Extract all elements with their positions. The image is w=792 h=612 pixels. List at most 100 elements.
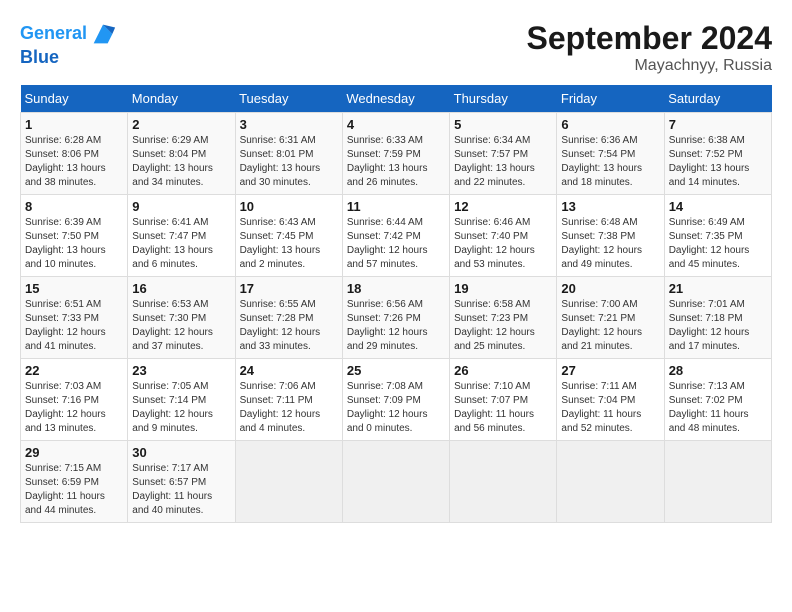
- calendar-cell: 10Sunrise: 6:43 AM Sunset: 7:45 PM Dayli…: [235, 195, 342, 277]
- weekday-header-saturday: Saturday: [664, 85, 771, 113]
- calendar-cell: 28Sunrise: 7:13 AM Sunset: 7:02 PM Dayli…: [664, 359, 771, 441]
- day-number: 18: [347, 281, 445, 296]
- calendar-cell: 3 Sunrise: 6:31 AM Sunset: 8:01 PM Daylig…: [235, 113, 342, 195]
- calendar-cell: 27 Sunrise: 7:11 AM Sunset: 7:04 PM Dayli…: [557, 359, 664, 441]
- day-number: 21: [669, 281, 767, 296]
- weekday-header-sunday: Sunday: [21, 85, 128, 113]
- day-number: 20: [561, 281, 659, 296]
- day-info: Sunrise: 6:39 AM Sunset: 7:50 PM Dayligh…: [25, 216, 123, 272]
- day-number: 29: [25, 445, 123, 460]
- day-number: 9: [132, 199, 230, 214]
- day-info: Sunrise: 7:10 AM Sunset: 7:07 PM Dayligh…: [454, 380, 552, 436]
- calendar-cell: 17Sunrise: 6:55 AM Sunset: 7:28 PM Dayli…: [235, 277, 342, 359]
- day-number: 15: [25, 281, 123, 296]
- day-number: 2: [132, 117, 230, 132]
- day-number: 13: [561, 199, 659, 214]
- calendar-cell: 26 Sunrise: 7:10 AM Sunset: 7:07 PM Dayli…: [450, 359, 557, 441]
- logo-text: GeneralBlue: [20, 20, 117, 68]
- day-info: Sunrise: 6:38 AM Sunset: 7:52 PM Dayligh…: [669, 134, 767, 190]
- day-number: 23: [132, 363, 230, 378]
- calendar-cell: 1Sunrise: 6:28 AM Sunset: 8:06 PM Daylig…: [21, 113, 128, 195]
- day-number: 7: [669, 117, 767, 132]
- calendar-cell: [664, 441, 771, 523]
- day-info: Sunrise: 6:31 AM Sunset: 8:01 PM Dayligh…: [240, 134, 338, 190]
- day-number: 24: [240, 363, 338, 378]
- day-info: Sunrise: 6:28 AM Sunset: 8:06 PM Dayligh…: [25, 134, 123, 190]
- day-number: 4: [347, 117, 445, 132]
- calendar-cell: 14 Sunrise: 6:49 AM Sunset: 7:35 PM Dayli…: [664, 195, 771, 277]
- main-title: September 2024: [527, 20, 772, 57]
- day-info: Sunrise: 6:41 AM Sunset: 7:47 PM Dayligh…: [132, 216, 230, 272]
- weekday-header-monday: Monday: [128, 85, 235, 113]
- calendar-week-3: 15Sunrise: 6:51 AM Sunset: 7:33 PM Dayli…: [21, 277, 772, 359]
- calendar-cell: 2 Sunrise: 6:29 AM Sunset: 8:04 PM Daylig…: [128, 113, 235, 195]
- calendar-cell: [235, 441, 342, 523]
- day-info: Sunrise: 7:13 AM Sunset: 7:02 PM Dayligh…: [669, 380, 767, 436]
- day-info: Sunrise: 7:08 AM Sunset: 7:09 PM Dayligh…: [347, 380, 445, 436]
- calendar-cell: 25 Sunrise: 7:08 AM Sunset: 7:09 PM Dayli…: [342, 359, 449, 441]
- calendar-table: SundayMondayTuesdayWednesdayThursdayFrid…: [20, 85, 772, 523]
- calendar-cell: 4Sunrise: 6:33 AM Sunset: 7:59 PM Daylig…: [342, 113, 449, 195]
- day-number: 30: [132, 445, 230, 460]
- weekday-header-tuesday: Tuesday: [235, 85, 342, 113]
- day-info: Sunrise: 6:56 AM Sunset: 7:26 PM Dayligh…: [347, 298, 445, 354]
- day-number: 8: [25, 199, 123, 214]
- day-number: 11: [347, 199, 445, 214]
- day-number: 14: [669, 199, 767, 214]
- logo: GeneralBlue: [20, 20, 117, 68]
- day-info: Sunrise: 6:48 AM Sunset: 7:38 PM Dayligh…: [561, 216, 659, 272]
- calendar-cell: 11 Sunrise: 6:44 AM Sunset: 7:42 PM Dayli…: [342, 195, 449, 277]
- day-number: 12: [454, 199, 552, 214]
- calendar-cell: 16 Sunrise: 6:53 AM Sunset: 7:30 PM Dayli…: [128, 277, 235, 359]
- day-info: Sunrise: 6:53 AM Sunset: 7:30 PM Dayligh…: [132, 298, 230, 354]
- calendar-cell: [557, 441, 664, 523]
- day-number: 22: [25, 363, 123, 378]
- calendar-week-5: 29 Sunrise: 7:15 AM Sunset: 6:59 PM Dayli…: [21, 441, 772, 523]
- calendar-week-4: 22Sunrise: 7:03 AM Sunset: 7:16 PM Dayli…: [21, 359, 772, 441]
- day-number: 16: [132, 281, 230, 296]
- weekday-header-friday: Friday: [557, 85, 664, 113]
- day-info: Sunrise: 7:17 AM Sunset: 6:57 PM Dayligh…: [132, 462, 230, 518]
- calendar-cell: 7 Sunrise: 6:38 AM Sunset: 7:52 PM Daylig…: [664, 113, 771, 195]
- calendar-cell: 8 Sunrise: 6:39 AM Sunset: 7:50 PM Daylig…: [21, 195, 128, 277]
- day-info: Sunrise: 6:44 AM Sunset: 7:42 PM Dayligh…: [347, 216, 445, 272]
- calendar-week-2: 8 Sunrise: 6:39 AM Sunset: 7:50 PM Daylig…: [21, 195, 772, 277]
- day-info: Sunrise: 7:01 AM Sunset: 7:18 PM Dayligh…: [669, 298, 767, 354]
- calendar-cell: 9 Sunrise: 6:41 AM Sunset: 7:47 PM Daylig…: [128, 195, 235, 277]
- calendar-cell: 20 Sunrise: 7:00 AM Sunset: 7:21 PM Dayli…: [557, 277, 664, 359]
- day-number: 27: [561, 363, 659, 378]
- calendar-cell: 29 Sunrise: 7:15 AM Sunset: 6:59 PM Dayli…: [21, 441, 128, 523]
- calendar-week-1: 1Sunrise: 6:28 AM Sunset: 8:06 PM Daylig…: [21, 113, 772, 195]
- calendar-cell: 15Sunrise: 6:51 AM Sunset: 7:33 PM Dayli…: [21, 277, 128, 359]
- day-info: Sunrise: 6:36 AM Sunset: 7:54 PM Dayligh…: [561, 134, 659, 190]
- weekday-header-wednesday: Wednesday: [342, 85, 449, 113]
- day-info: Sunrise: 7:15 AM Sunset: 6:59 PM Dayligh…: [25, 462, 123, 518]
- day-info: Sunrise: 6:49 AM Sunset: 7:35 PM Dayligh…: [669, 216, 767, 272]
- day-info: Sunrise: 6:34 AM Sunset: 7:57 PM Dayligh…: [454, 134, 552, 190]
- calendar-cell: 6 Sunrise: 6:36 AM Sunset: 7:54 PM Daylig…: [557, 113, 664, 195]
- day-info: Sunrise: 6:29 AM Sunset: 8:04 PM Dayligh…: [132, 134, 230, 190]
- day-number: 26: [454, 363, 552, 378]
- logo-icon: [89, 20, 117, 48]
- day-number: 3: [240, 117, 338, 132]
- day-number: 17: [240, 281, 338, 296]
- day-number: 5: [454, 117, 552, 132]
- page-header: GeneralBlue September 2024 Mayachnyy, Ru…: [20, 20, 772, 75]
- calendar-cell: 24Sunrise: 7:06 AM Sunset: 7:11 PM Dayli…: [235, 359, 342, 441]
- day-info: Sunrise: 6:46 AM Sunset: 7:40 PM Dayligh…: [454, 216, 552, 272]
- weekday-header-thursday: Thursday: [450, 85, 557, 113]
- day-info: Sunrise: 7:05 AM Sunset: 7:14 PM Dayligh…: [132, 380, 230, 436]
- calendar-cell: 18 Sunrise: 6:56 AM Sunset: 7:26 PM Dayli…: [342, 277, 449, 359]
- day-number: 19: [454, 281, 552, 296]
- calendar-cell: 5 Sunrise: 6:34 AM Sunset: 7:57 PM Daylig…: [450, 113, 557, 195]
- weekday-header-row: SundayMondayTuesdayWednesdayThursdayFrid…: [21, 85, 772, 113]
- day-info: Sunrise: 6:58 AM Sunset: 7:23 PM Dayligh…: [454, 298, 552, 354]
- calendar-cell: 22Sunrise: 7:03 AM Sunset: 7:16 PM Dayli…: [21, 359, 128, 441]
- day-info: Sunrise: 7:11 AM Sunset: 7:04 PM Dayligh…: [561, 380, 659, 436]
- day-number: 25: [347, 363, 445, 378]
- calendar-cell: 13 Sunrise: 6:48 AM Sunset: 7:38 PM Dayli…: [557, 195, 664, 277]
- day-number: 6: [561, 117, 659, 132]
- calendar-cell: 23 Sunrise: 7:05 AM Sunset: 7:14 PM Dayli…: [128, 359, 235, 441]
- day-info: Sunrise: 7:00 AM Sunset: 7:21 PM Dayligh…: [561, 298, 659, 354]
- title-section: September 2024 Mayachnyy, Russia: [527, 20, 772, 75]
